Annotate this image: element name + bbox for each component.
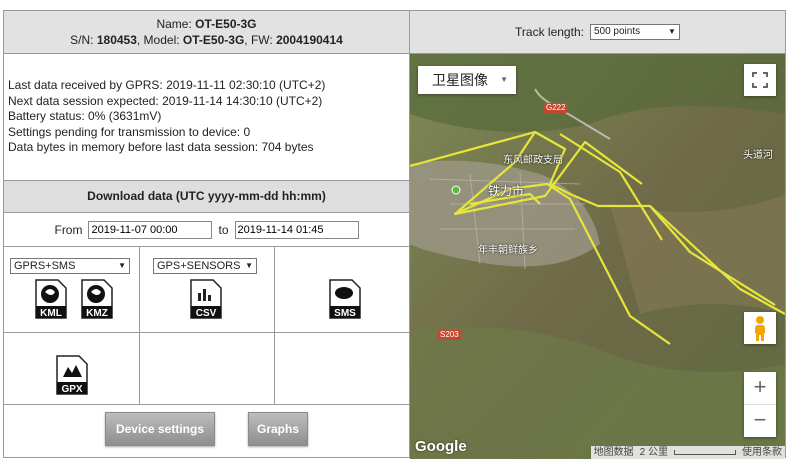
device-header: Name: OT-E50-3G S/N: 180453, Model: OT-E… bbox=[4, 11, 409, 54]
map-label-town: 头道河 bbox=[743, 150, 773, 161]
status-info: Last data received by GPRS: 2019-11-11 0… bbox=[4, 54, 409, 181]
device-name-line: Name: OT-E50-3G bbox=[156, 17, 257, 31]
map-type-select[interactable]: 卫星图像 ▼ bbox=[418, 66, 516, 94]
device-settings-button[interactable]: Device settings bbox=[105, 412, 215, 446]
file-kmz-icon[interactable]: KMZ bbox=[80, 279, 114, 319]
map-attribution: 地图数据 2 公里 使用条款 bbox=[590, 446, 785, 459]
from-date-input[interactable] bbox=[88, 220, 213, 239]
satellite-map[interactable]: 东风邮政支局 铁力市 年丰朝鲜族乡 头道河 G222 S203 卫星图像 ▼ +… bbox=[410, 54, 785, 459]
map-data-link[interactable]: 地图数据 bbox=[594, 446, 634, 459]
file-sms-icon[interactable]: SMS bbox=[328, 279, 362, 319]
file-csv-icon[interactable]: CSV bbox=[189, 279, 223, 319]
chevron-down-icon: ▼ bbox=[245, 261, 253, 270]
zoom-control: + − bbox=[744, 372, 776, 437]
battery-line: Battery status: 0% (3631mV) bbox=[8, 109, 162, 123]
from-label: From bbox=[54, 222, 83, 237]
fullscreen-icon bbox=[752, 72, 768, 88]
file-kml-icon[interactable]: KML bbox=[34, 279, 68, 319]
download-grid: GPRS+SMS ▼ GPS+SENSORS ▼ KML KMZ CSV SMS… bbox=[4, 247, 409, 405]
map-imagery bbox=[410, 54, 785, 459]
device-fw: 2004190414 bbox=[276, 33, 343, 47]
svg-text:CSV: CSV bbox=[196, 308, 217, 319]
road-shield-s203: S203 bbox=[438, 330, 461, 340]
device-name: OT-E50-3G bbox=[195, 17, 257, 31]
last-data-line: Last data received by GPRS: 2019-11-11 0… bbox=[8, 78, 326, 92]
track-length-bar: Track length: 500 points ▼ bbox=[410, 11, 785, 54]
map-scale-label: 2 公里 bbox=[639, 447, 668, 458]
terms-link[interactable]: 使用条款 bbox=[742, 446, 782, 459]
pending-settings-line: Settings pending for transmission to dev… bbox=[8, 124, 251, 139]
google-logo: Google bbox=[415, 438, 467, 455]
street-view-button[interactable] bbox=[744, 312, 776, 344]
road-shield-g222: G222 bbox=[544, 103, 568, 113]
fullscreen-button[interactable] bbox=[744, 64, 776, 96]
date-range: From to bbox=[4, 213, 409, 247]
svg-text:GPX: GPX bbox=[61, 384, 82, 395]
left-panel: Name: OT-E50-3G S/N: 180453, Model: OT-E… bbox=[4, 11, 410, 457]
source-select[interactable]: GPRS+SMS ▼ bbox=[10, 258, 130, 274]
map-label-city: 铁力市 bbox=[488, 184, 525, 198]
graphs-button[interactable]: Graphs bbox=[248, 412, 308, 446]
data-bytes-line: Data bytes in memory before last data se… bbox=[8, 140, 314, 154]
scale-bar bbox=[674, 450, 736, 455]
zoom-in-button[interactable]: + bbox=[744, 372, 776, 404]
file-gpx-icon[interactable]: GPX bbox=[55, 355, 89, 395]
next-session-line: Next data session expected: 2019-11-14 1… bbox=[8, 93, 323, 108]
svg-text:KMZ: KMZ bbox=[86, 308, 108, 319]
svg-text:SMS: SMS bbox=[334, 308, 356, 319]
to-date-input[interactable] bbox=[234, 220, 359, 239]
zoom-out-button[interactable]: − bbox=[744, 404, 776, 437]
chevron-down-icon: ▼ bbox=[118, 261, 126, 270]
map-panel: Track length: 500 points ▼ 东风邮政支局 铁力市 年丰… bbox=[410, 11, 785, 459]
device-model: OT-E50-3G bbox=[182, 33, 245, 47]
map-label-post: 东风邮政支局 bbox=[503, 155, 563, 166]
device-sn: 180453 bbox=[96, 33, 137, 47]
pegman-icon bbox=[755, 316, 765, 341]
track-length-label: Track length: bbox=[515, 25, 584, 39]
download-header: Download data (UTC yyyy-mm-dd hh:mm) bbox=[4, 181, 409, 213]
svg-text:KML: KML bbox=[40, 308, 62, 319]
to-label: to bbox=[218, 222, 229, 237]
track-length-select[interactable]: 500 points ▼ bbox=[589, 24, 680, 40]
device-details-line: S/N: 180453, Model: OT-E50-3G, FW: 20041… bbox=[70, 33, 343, 47]
data-type-select[interactable]: GPS+SENSORS ▼ bbox=[153, 258, 257, 274]
tracker-panel: Name: OT-E50-3G S/N: 180453, Model: OT-E… bbox=[3, 10, 786, 459]
chevron-down-icon: ▼ bbox=[668, 27, 676, 36]
caret-down-icon: ▼ bbox=[500, 75, 508, 84]
map-label-farm: 年丰朝鲜族乡 bbox=[478, 245, 538, 256]
